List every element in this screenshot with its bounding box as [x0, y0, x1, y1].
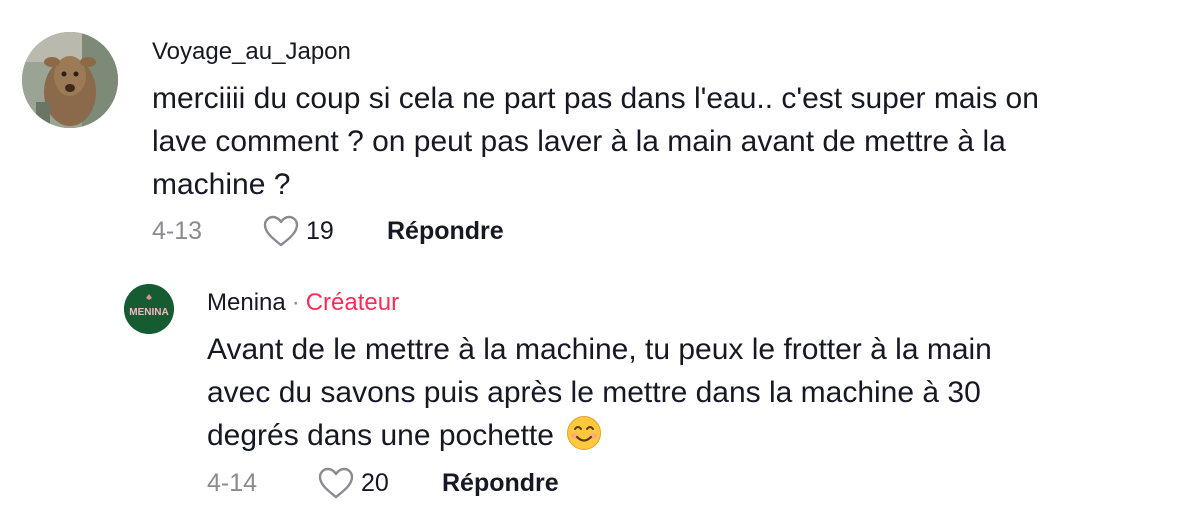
comment-username[interactable]: Voyage_au_Japon — [152, 38, 351, 66]
comment-text-line: lave comment ? on peut pas laver à la ma… — [152, 125, 1006, 158]
username-separator: · — [291, 289, 300, 316]
reply-button[interactable]: Répondre — [387, 217, 504, 246]
comment-text-line-with-emoji: degrés dans une pochette — [207, 414, 1107, 457]
comment-meta: 4-14 20 Répondre — [207, 466, 559, 500]
comment-username: Menina · Créateur — [207, 289, 399, 317]
like-button[interactable]: 20 — [317, 466, 442, 500]
comment-date: 4-13 — [152, 216, 203, 245]
creator-badge: Créateur — [305, 289, 400, 316]
comment-text-line: avec du savons puis après le mettre dans… — [207, 376, 981, 409]
creator-username[interactable]: Menina — [207, 289, 286, 316]
comment-text-line: Avant de le mettre à la machine, tu peux… — [207, 333, 992, 366]
menina-logo-text: MENINA — [129, 307, 168, 318]
reply-button[interactable]: Répondre — [442, 469, 559, 498]
like-button[interactable]: 19 — [262, 214, 387, 248]
heart-outline-icon — [318, 467, 354, 499]
comment-text-line: degrés dans une pochette — [207, 419, 554, 452]
avatar-voyage-au-japon[interactable] — [22, 32, 118, 128]
comment-text: merciiii du coup si cela ne part pas dan… — [152, 77, 1162, 206]
deer-photo-avatar-icon — [22, 32, 118, 128]
comment-text-line: merciiii du coup si cela ne part pas dan… — [152, 82, 1039, 115]
menina-logo-avatar-icon: MENINA — [124, 284, 174, 334]
like-count: 19 — [306, 216, 334, 245]
comment-meta: 4-13 19 Répondre — [152, 214, 504, 248]
avatar-menina[interactable]: MENINA — [124, 284, 174, 334]
comment-text-line: machine ? — [152, 168, 291, 201]
comment-date: 4-14 — [207, 468, 258, 497]
heart-outline-icon — [263, 215, 299, 247]
smiling-face-emoji-icon — [566, 415, 602, 451]
comment-text: Avant de le mettre à la machine, tu peux… — [207, 328, 1107, 457]
like-count: 20 — [361, 468, 389, 497]
